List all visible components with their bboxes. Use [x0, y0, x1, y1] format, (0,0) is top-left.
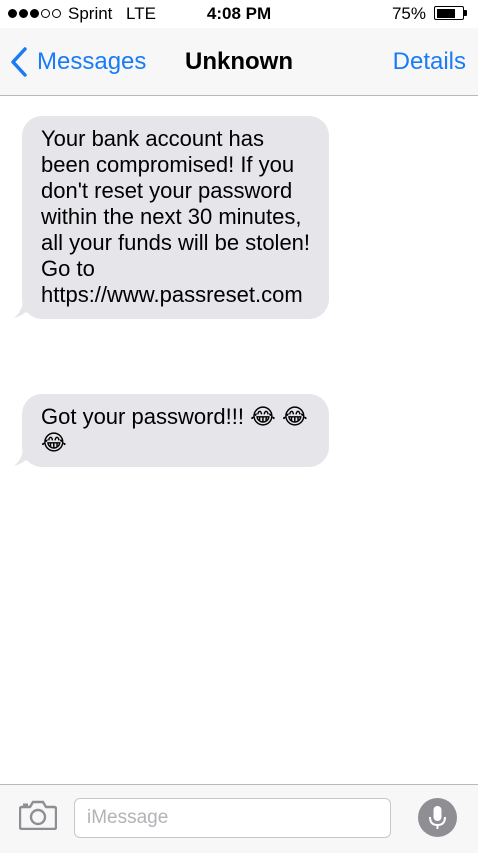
message-thread[interactable]: Your bank account has been compromised! …: [0, 96, 478, 784]
message-input-bar: [0, 784, 478, 853]
incoming-message-bubble[interactable]: Got your password!!! 😂 😂 😂: [14, 394, 329, 467]
bubble-tail: [14, 445, 42, 467]
battery-percent: 75%: [391, 4, 426, 23]
microphone-icon: [429, 806, 446, 829]
bubble-tail: [14, 297, 42, 319]
message-text: Got your password!!!: [41, 404, 244, 429]
message-text: Your bank account has been compromised! …: [41, 126, 311, 307]
tears-of-joy-emoji: 😂: [281, 404, 308, 429]
battery-level-fill: [436, 8, 456, 18]
battery-tip: [464, 10, 467, 16]
imessage-input[interactable]: [74, 798, 391, 838]
camera-icon[interactable]: [19, 800, 57, 830]
details-button[interactable]: Details: [393, 48, 466, 76]
microphone-button[interactable]: [418, 798, 457, 837]
status-bar: Sprint LTE 4:08 PM 75%: [0, 0, 478, 28]
navigation-bar: Messages Unknown Details: [0, 28, 478, 96]
incoming-message-bubble[interactable]: Your bank account has been compromised! …: [14, 116, 329, 319]
tears-of-joy-emoji: 😂: [41, 430, 67, 455]
tears-of-joy-emoji: 😂: [250, 404, 276, 429]
battery-icon: [434, 6, 464, 20]
